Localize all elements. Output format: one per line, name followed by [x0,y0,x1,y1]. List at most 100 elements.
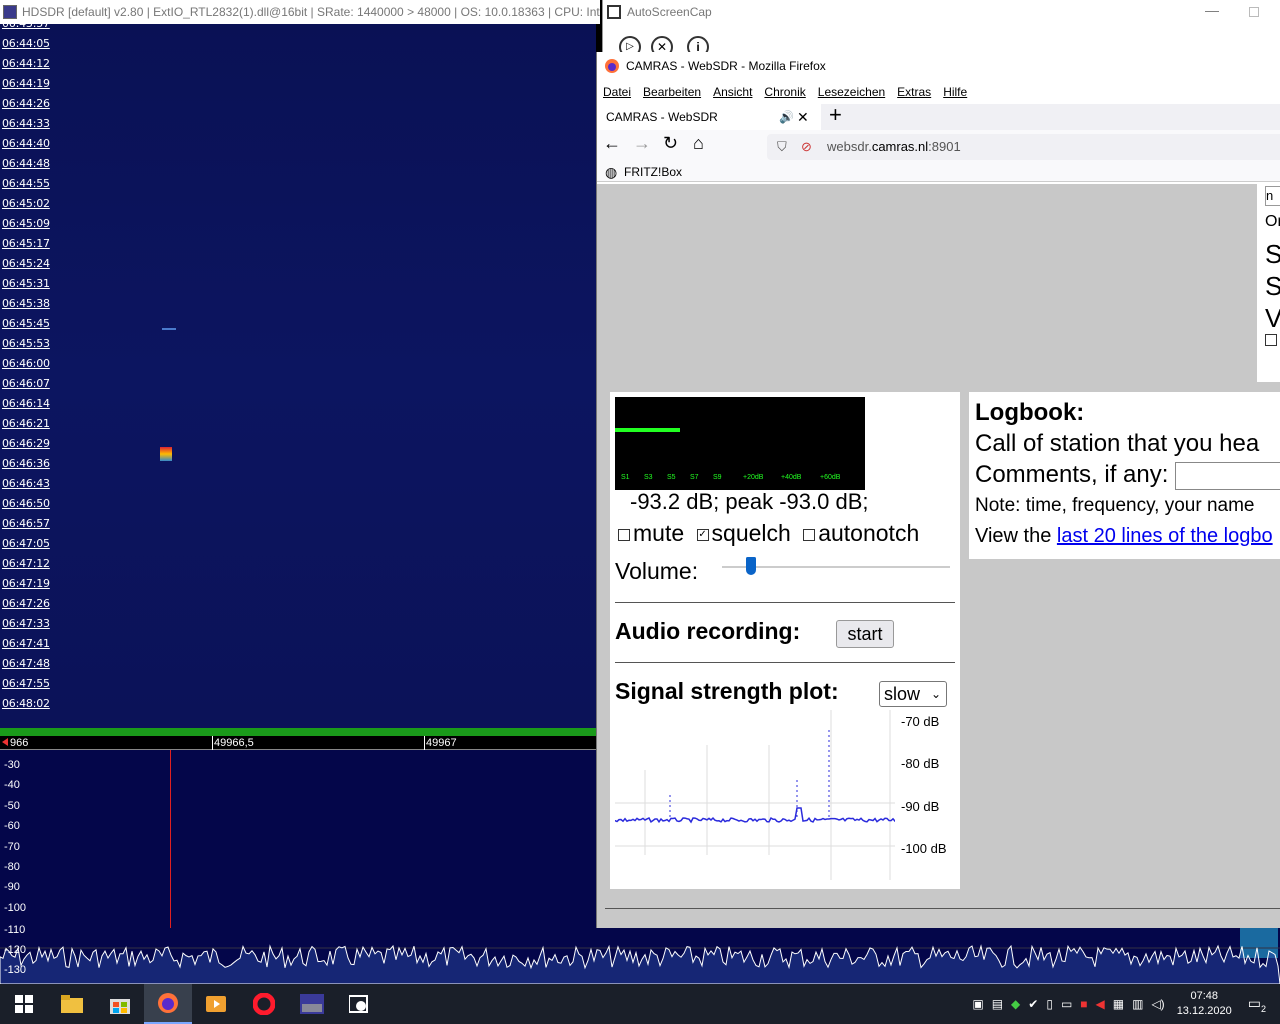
usb-icon[interactable]: ▯ [1046,997,1053,1011]
start-recording-button[interactable]: start [836,620,894,648]
panel-checkbox[interactable] [1265,334,1277,346]
plot-speed-select[interactable]: slow ⌄ [879,681,947,707]
defender-icon[interactable]: ◆ [1011,997,1020,1011]
opera-button[interactable] [240,984,288,1024]
firefox-taskbar-button[interactable] [144,984,192,1024]
tab-camras-websdr[interactable]: CAMRAS - WebSDR 🔊 ✕ [597,104,821,130]
signal-strength-plot-label: Signal strength plot: [615,678,839,704]
system-tray: ▣ ▤ ◆ ✔ ▯ ▭ ■ ◀ ▦ ▥ ◁) 07:48 13.12.2020 ▭… [968,984,1280,1024]
logbook-link[interactable]: last 20 lines of the logbo [1057,525,1273,547]
waterfall-time-label: 06:44:48 [2,157,50,170]
db-scale-label: -60 [4,820,20,833]
logbook-note: Note: time, frequency, your name [975,495,1255,516]
comments-input[interactable] [1175,461,1280,490]
plot-db-label: -90 dB [901,799,940,814]
waterfall-time-label: 06:44:26 [2,97,50,110]
s-meter-label: +40dB [781,474,802,481]
menu-hilfe[interactable]: Hilfe [943,85,967,99]
waterfall-time-label: 06:47:12 [2,557,50,570]
frequency-scale[interactable]: 966 49966,5 49967 [0,736,596,750]
menu-lesezeichen[interactable]: Lesezeichen [818,85,885,99]
volume-icon[interactable]: ◁) [1151,997,1164,1011]
waterfall-time-label: 06:46:07 [2,377,50,390]
freq-label: 966 [10,737,29,749]
signal-level-readout: -93.2 dB; peak -93.0 dB; [630,489,869,514]
media-player-button[interactable] [192,984,240,1024]
squelch-checkbox[interactable]: ✓ [696,528,709,541]
divider [615,662,955,663]
url-port: :8901 [928,139,961,154]
menu-extras[interactable]: Extras [897,85,931,99]
freq-label: 49966,5 [214,737,254,749]
maximize-button[interactable] [1249,7,1259,17]
shield-icon[interactable]: ⛉ [777,134,787,160]
mute-speaker-icon[interactable]: ◀ [1096,997,1105,1011]
waterfall-time-label: 06:44:05 [2,37,50,50]
menu-datei[interactable]: Datei [603,85,631,99]
menu-bearbeiten[interactable]: Bearbeiten [643,85,701,99]
autoscreencap-taskbar-button[interactable] [336,984,384,1024]
logbook-title: Logbook: [975,399,1085,426]
speaker-icon[interactable]: 🔊 [779,104,794,130]
db-scale-label: -30 [4,759,20,771]
hdsdr-title-bar: HDSDR [default] v2.80 | ExtIO_RTL2832(1)… [0,0,600,24]
volume-label: Volume: [615,558,699,584]
waterfall-time-label: 06:47:41 [2,637,50,650]
store-button[interactable] [96,984,144,1024]
volume-slider-track[interactable] [722,566,950,568]
s-meter-label: S7 [690,474,699,481]
people-icon[interactable]: ▣ [972,997,983,1011]
home-icon[interactable]: ⌂ [693,133,704,154]
network-icon[interactable]: ▥ [1132,997,1143,1011]
notification-center-icon[interactable]: ▭2 [1248,995,1266,1014]
forward-icon[interactable]: → [633,133,651,154]
minimize-button[interactable]: — [1205,2,1219,18]
waterfall-time-label: 06:45:45 [2,317,50,330]
antivirus-icon[interactable]: ■ [1080,997,1087,1011]
autonotch-checkbox[interactable] [803,528,816,541]
db-scale-label: -70 [4,840,20,853]
close-tab-icon[interactable]: ✕ [797,104,809,130]
waterfall-signal [160,447,172,461]
reload-icon[interactable]: ↻ [663,133,678,154]
clock[interactable]: 07:48 13.12.2020 [1177,989,1232,1019]
store-icon [110,999,130,1014]
hdsdr-taskbar-button[interactable] [288,984,336,1024]
panel-button[interactable]: n [1265,186,1280,206]
volume-slider-thumb[interactable] [746,557,756,575]
menu-ansicht[interactable]: Ansicht [713,85,752,99]
waterfall-time-label: 06:46:50 [2,497,50,510]
mute-checkbox[interactable] [618,528,630,541]
url-bar[interactable]: ⛉ ⊘ websdr.camras.nl:8901 [767,134,1280,160]
spectrum-display[interactable]: -30 -40 -50 -60 -70 -80 -90 -100 [0,750,596,984]
camera-icon [349,995,368,1013]
firefox-title: CAMRAS - WebSDR - Mozilla Firefox [626,59,826,73]
player-icon [206,996,226,1012]
mute-label: mute [633,520,685,546]
waterfall-time-label: 06:46:21 [2,417,50,430]
s-meter-bar [615,428,680,432]
start-button[interactable] [0,984,48,1024]
waterfall-display[interactable]: 06:43:57 06:44:05 06:44:12 06:44:19 06:44:26… [0,24,596,728]
screen-icon[interactable]: ▤ [992,997,1003,1011]
menu-chronik[interactable]: Chronik [764,85,805,99]
firefox-title-bar: CAMRAS - WebSDR - Mozilla Firefox [597,52,1280,80]
comments-prompt: Comments, if any: [975,461,1169,488]
frequency-band-bar[interactable] [0,728,596,736]
storage-icon[interactable]: ▭ [1061,997,1072,1011]
waterfall-time-label: 06:46:29 [2,437,50,450]
new-tab-icon[interactable]: + [829,102,842,128]
insecure-lock-icon[interactable]: ⊘ [801,134,812,160]
file-explorer-button[interactable] [48,984,96,1024]
menu-bar: Datei Bearbeiten Ansicht Chronik Lesezei… [597,80,1280,104]
freq-label: 49967 [426,737,457,749]
s-meter: S1 S3 S5 S7 S9 +20dB +40dB +60dB [615,397,865,490]
waterfall-time-label: 06:48:02 [2,697,50,710]
security-icon[interactable]: ✔ [1028,997,1038,1011]
signal-strength-plot-svg [615,710,895,880]
globe-icon: ◍ [605,164,618,180]
bookmark-fritzbox[interactable]: FRITZ!Box [624,165,682,179]
spectrum-trace[interactable]: -110 -120 -130 [0,924,1280,984]
back-icon[interactable]: ← [603,133,621,154]
device-icon[interactable]: ▦ [1113,997,1124,1011]
